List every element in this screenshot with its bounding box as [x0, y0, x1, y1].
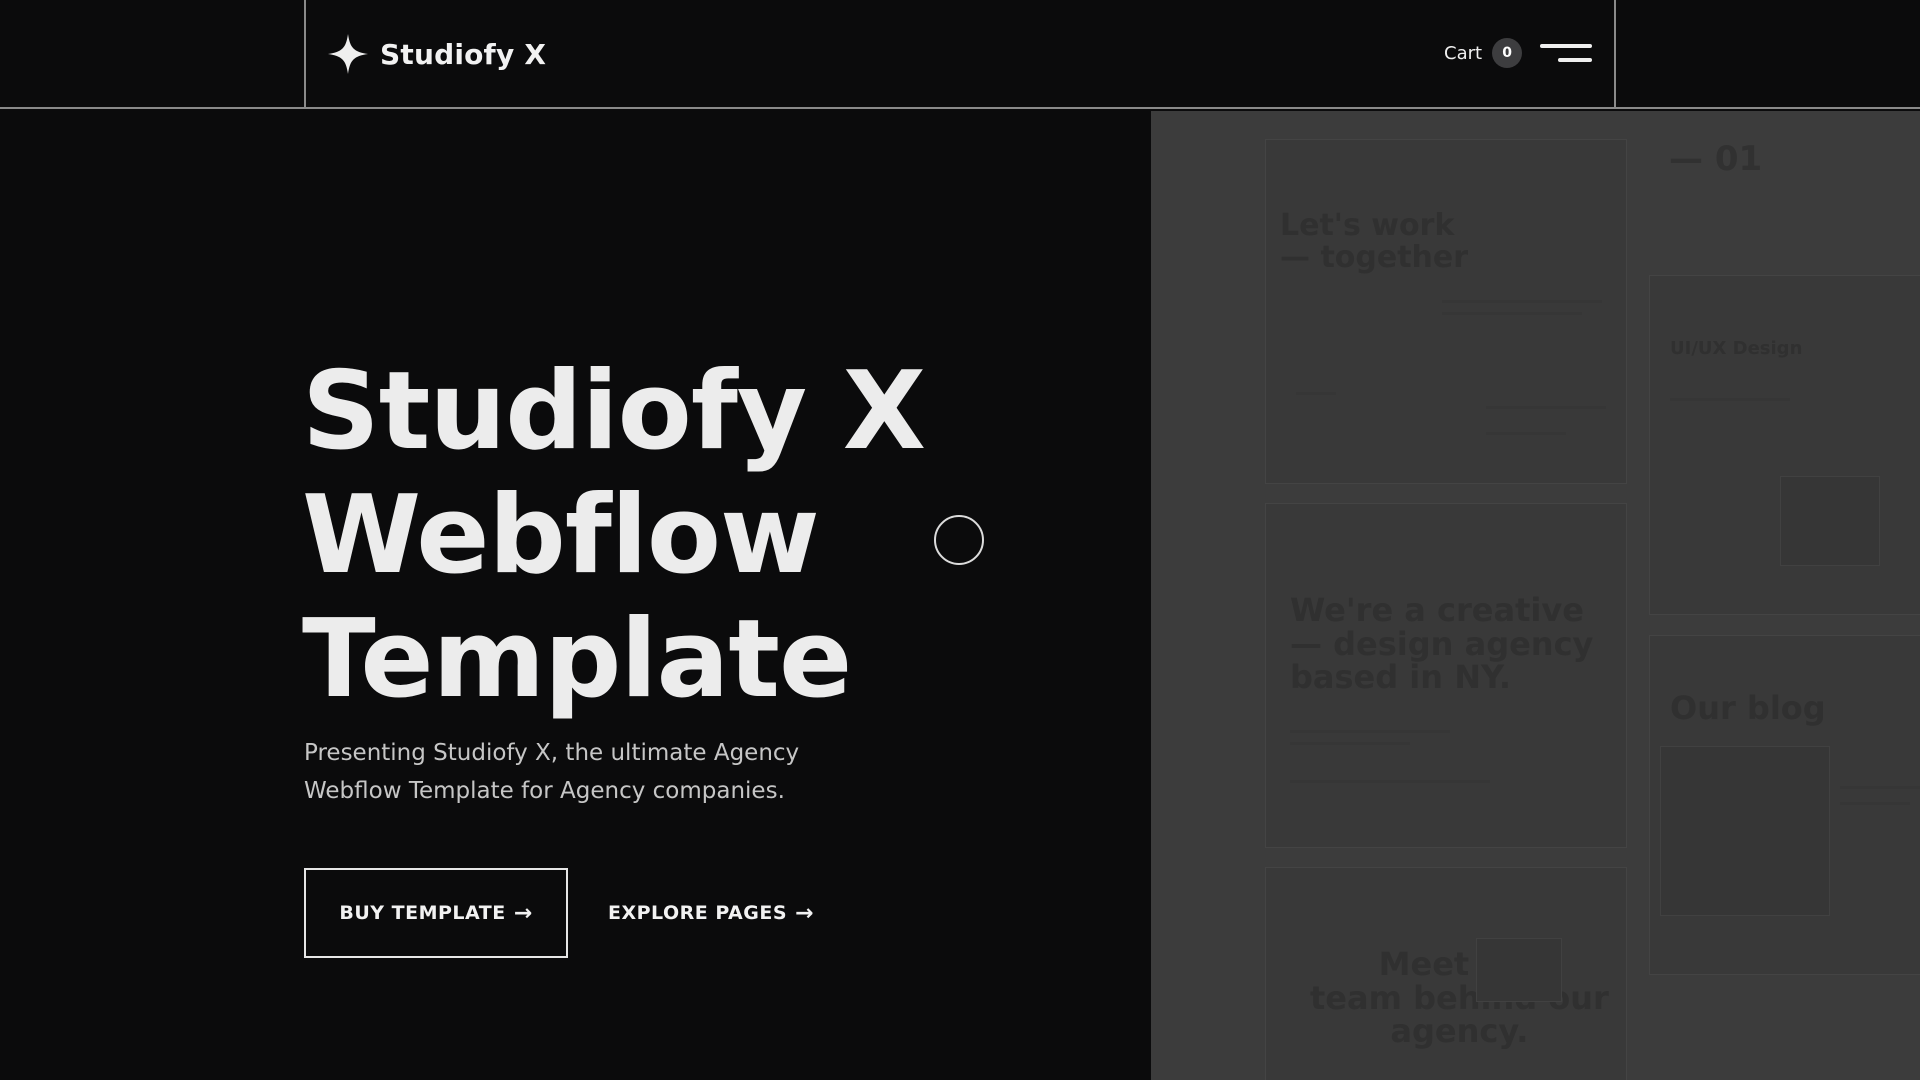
buy-template-button[interactable]: BUY TEMPLATE → — [304, 868, 568, 958]
preview-service-image — [1780, 476, 1880, 566]
site-header: Studiofy X Cart 0 — [0, 0, 1920, 109]
header-right-divider — [1614, 0, 1616, 109]
hero-title-line: Studiofy X — [302, 349, 926, 474]
preview-card-title-line: agency. — [1390, 1012, 1529, 1051]
preview-text-line — [1486, 432, 1566, 435]
preview-text-line — [1442, 312, 1582, 315]
preview-card-title-line: based in NY. — [1290, 658, 1511, 697]
preview-text-line — [1670, 398, 1790, 401]
buy-template-label: BUY TEMPLATE — [339, 902, 506, 924]
menu-bar-bottom — [1558, 58, 1592, 62]
hamburger-menu-icon[interactable] — [1538, 40, 1592, 68]
custom-cursor-circle — [934, 515, 984, 565]
preview-text-line — [1290, 730, 1450, 733]
preview-card-title: We're a creative — design agency based i… — [1290, 591, 1594, 697]
preview-text-line — [1442, 300, 1602, 303]
preview-card-title-line: We're a creative — [1290, 591, 1584, 629]
preview-text-line — [1290, 742, 1410, 745]
preview-card-about: We're a creative — design agency based i… — [1265, 503, 1627, 848]
preview-service-title: UI/UX Design — [1670, 338, 1803, 359]
preview-card-blog: Our blog — [1649, 635, 1920, 975]
explore-pages-label: EXPLORE PAGES — [608, 902, 788, 924]
preview-text-line — [1840, 786, 1920, 789]
preview-card-service: UI/UX Design — [1649, 275, 1920, 615]
preview-blog-title: Our blog — [1670, 689, 1826, 727]
hero-title-line: Template — [302, 597, 852, 722]
explore-pages-link[interactable]: EXPLORE PAGES → — [608, 868, 814, 958]
menu-bar-top — [1540, 44, 1592, 48]
preview-blog-image — [1660, 746, 1830, 916]
preview-card-title-line: team behind our — [1310, 978, 1609, 1017]
preview-team-image — [1476, 938, 1562, 1002]
preview-text-line — [1486, 406, 1606, 409]
preview-card-title-line: — design agency — [1290, 624, 1594, 663]
cart-count-badge: 0 — [1492, 38, 1523, 68]
brand-logo-link[interactable]: Studiofy X — [326, 30, 546, 78]
hero-subtitle-line: Webflow Template for Agency companies. — [304, 778, 785, 804]
hero-title-line: Webflow — [302, 473, 820, 598]
template-preview-panel: Let's work — together We're a creative —… — [1151, 111, 1920, 1080]
preview-card-title: Let's work — together — [1280, 210, 1468, 273]
header-left-divider — [304, 0, 306, 109]
cart-label: Cart — [1444, 42, 1483, 64]
arrow-right-icon: → — [795, 900, 814, 926]
preview-text-line — [1840, 802, 1910, 805]
brand-name: Studiofy X — [380, 37, 547, 71]
cart-button[interactable]: Cart 0 — [1444, 38, 1523, 68]
preview-card-title-line: Let's work — [1280, 208, 1455, 243]
preview-text-line — [1296, 392, 1336, 395]
arrow-right-icon: → — [513, 900, 533, 926]
preview-text-line — [1290, 780, 1490, 783]
four-point-star-icon — [326, 32, 370, 76]
preview-card-team: Meet the team behind our agency. — [1265, 867, 1627, 1080]
preview-card-title: Meet the team behind our agency. — [1310, 947, 1609, 1051]
preview-section-number: — 01 — [1669, 139, 1763, 179]
preview-card-contact: Let's work — together — [1265, 139, 1627, 484]
hero-subtitle-line: Presenting Studiofy X, the ultimate Agen… — [304, 740, 800, 766]
hero-subtitle: Presenting Studiofy X, the ultimate Agen… — [304, 734, 864, 810]
preview-card-title-line: — together — [1280, 239, 1469, 275]
hero-title: Studiofy X Webflow Template — [302, 350, 1022, 722]
